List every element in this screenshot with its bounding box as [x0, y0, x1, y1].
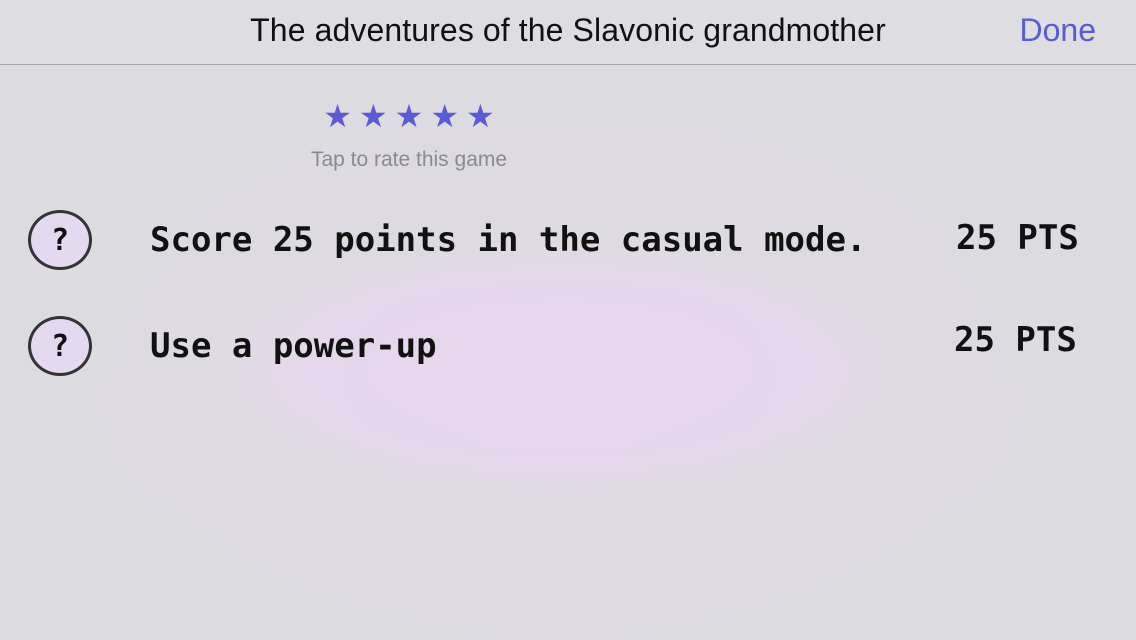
star-icon-3[interactable]: ★: [395, 96, 424, 136]
achievement-description: Use a power-up: [150, 326, 437, 366]
rating-control: ★ ★ ★ ★ ★ Tap to rate this game: [298, 96, 520, 172]
page-title: The adventures of the Slavonic grandmoth…: [250, 12, 886, 48]
done-button[interactable]: Done: [1020, 12, 1097, 49]
star-icon-1[interactable]: ★: [323, 96, 352, 136]
star-icon-5[interactable]: ★: [466, 96, 495, 136]
achievement-points: 25 PTS: [954, 320, 1077, 360]
achievement-description: Score 25 points in the casual mode.: [150, 220, 867, 260]
rating-hint: Tap to rate this game: [310, 148, 508, 171]
locked-achievement-icon: ?: [28, 210, 92, 270]
star-icon-2[interactable]: ★: [359, 96, 388, 136]
achievement-points: 25 PTS: [956, 218, 1079, 258]
navigation-bar: The adventures of the Slavonic grandmoth…: [0, 0, 1136, 65]
achievement-row: ? Use a power-up 25 PTS: [0, 312, 1136, 382]
star-icon-4[interactable]: ★: [430, 96, 459, 136]
star-rating: ★ ★ ★ ★ ★: [298, 96, 520, 136]
achievement-row: ? Score 25 points in the casual mode. 25…: [0, 206, 1136, 276]
locked-achievement-icon: ?: [28, 316, 92, 376]
